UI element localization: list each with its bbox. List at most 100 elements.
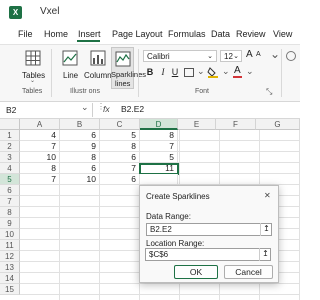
cell-b3[interactable]: 8 bbox=[60, 152, 100, 163]
fx-icon[interactable]: fx bbox=[103, 104, 110, 114]
column-header-g[interactable]: G bbox=[256, 119, 300, 130]
dialog-launcher-icon[interactable]: ⤡ bbox=[266, 87, 272, 97]
cell-c4[interactable]: 7 bbox=[100, 163, 140, 174]
underline-icon[interactable]: U bbox=[170, 67, 180, 77]
chevron-down-icon: ⌄ bbox=[30, 78, 36, 84]
column-header-a[interactable]: A bbox=[20, 119, 60, 130]
table-icon bbox=[25, 50, 41, 66]
tables-group-label: Tables bbox=[22, 88, 43, 95]
column-header-c[interactable]: C bbox=[100, 119, 140, 130]
chevron-down-icon[interactable]: ⌄ bbox=[246, 66, 254, 77]
cell-b5[interactable]: 10 bbox=[60, 174, 100, 185]
cell-c5[interactable]: 6 bbox=[100, 174, 140, 185]
cell-c1[interactable]: 5 bbox=[100, 130, 140, 141]
ok-button[interactable]: OK bbox=[174, 265, 218, 279]
chevron-down-icon[interactable]: ⌄ bbox=[222, 66, 230, 77]
sparklines-label-top: Sparklines bbox=[111, 70, 147, 79]
ribbon-divider bbox=[51, 49, 52, 97]
cell-d2[interactable]: 7 bbox=[140, 141, 178, 152]
location-range-label: Location Range: bbox=[146, 239, 205, 248]
cell-d4[interactable]: 11 bbox=[140, 163, 178, 174]
row-header-12[interactable]: 12 bbox=[0, 251, 20, 262]
line-sparkline-button[interactable]: Line bbox=[60, 49, 82, 85]
tab-page-layout[interactable]: Page Layout bbox=[112, 29, 163, 39]
tab-home[interactable]: Home bbox=[44, 29, 68, 39]
row-header-8[interactable]: 8 bbox=[0, 207, 20, 218]
row-header-7[interactable]: 7 bbox=[0, 196, 20, 207]
font-size-select[interactable]: 12 ⌄ bbox=[220, 50, 242, 62]
data-range-value: B2.E2 bbox=[150, 225, 172, 234]
cell-c3[interactable]: 6 bbox=[100, 152, 140, 163]
cancel-button[interactable]: Cancel bbox=[224, 265, 273, 279]
column-chart-icon bbox=[90, 50, 106, 66]
cell-a4[interactable]: 8 bbox=[20, 163, 60, 174]
location-range-input[interactable]: $C$6 bbox=[145, 248, 271, 261]
title-bar: X Vxel bbox=[0, 0, 300, 24]
tab-formulas[interactable]: Formulas bbox=[168, 29, 206, 39]
column-header-e[interactable]: E bbox=[178, 119, 216, 130]
close-icon[interactable]: ✕ bbox=[264, 191, 271, 200]
cell-a5[interactable]: 7 bbox=[20, 174, 60, 185]
app-logo-icon: X bbox=[9, 6, 22, 19]
tab-insert[interactable]: Insert bbox=[78, 29, 101, 39]
chevron-down-icon[interactable]: ⌄ bbox=[197, 66, 205, 77]
row-header-10[interactable]: 10 bbox=[0, 229, 20, 240]
row-header-3[interactable]: 3 bbox=[0, 152, 20, 163]
font-color-bar bbox=[233, 76, 242, 78]
illustrations-group-label: Illustr ons bbox=[70, 88, 100, 95]
increase-font-icon[interactable]: A bbox=[246, 49, 253, 60]
chevron-down-icon[interactable]: ⌄ bbox=[81, 102, 89, 113]
data-range-label: Data Range: bbox=[146, 212, 191, 221]
column-header-f[interactable]: F bbox=[216, 119, 256, 130]
cell-a1[interactable]: 4 bbox=[20, 130, 60, 141]
cell-b1[interactable]: 6 bbox=[60, 130, 100, 141]
collapse-dialog-icon[interactable]: ↥ bbox=[259, 248, 271, 261]
chevron-down-icon: ⌄ bbox=[233, 53, 239, 60]
active-tab-indicator bbox=[77, 40, 100, 42]
tab-view[interactable]: View bbox=[273, 29, 292, 39]
row-header-11[interactable]: 11 bbox=[0, 240, 20, 251]
cell-d3[interactable]: 5 bbox=[140, 152, 178, 163]
borders-icon[interactable] bbox=[184, 68, 194, 77]
column-sparkline-button[interactable]: Column bbox=[84, 49, 112, 85]
font-color-icon[interactable]: A bbox=[234, 65, 241, 76]
tab-review[interactable]: Review bbox=[236, 29, 266, 39]
row-header-2[interactable]: 2 bbox=[0, 141, 20, 152]
collapse-dialog-icon[interactable]: ↥ bbox=[260, 223, 272, 236]
name-box[interactable]: B2 bbox=[6, 103, 86, 117]
ribbon: Tables ⌄ Tables Line Column Sparklines l… bbox=[0, 44, 300, 102]
cell-d1[interactable]: 8 bbox=[140, 130, 178, 141]
tab-data[interactable]: Data bbox=[211, 29, 230, 39]
fill-color-icon[interactable] bbox=[207, 66, 219, 78]
cell-b2[interactable]: 9 bbox=[60, 141, 100, 152]
cell-d5[interactable] bbox=[140, 174, 178, 185]
column-label: Column bbox=[84, 71, 112, 80]
sparklines-button[interactable]: Sparklines lines bbox=[111, 47, 146, 89]
font-name-select[interactable]: Calibri ⌄ bbox=[143, 50, 217, 62]
row-header-9[interactable]: 9 bbox=[0, 218, 20, 229]
tab-file[interactable]: File bbox=[18, 29, 33, 39]
select-all-corner[interactable] bbox=[0, 119, 20, 130]
row-header-4[interactable]: 4 bbox=[0, 163, 20, 174]
data-range-input[interactable]: B2.E2 bbox=[146, 223, 272, 236]
row-header-1[interactable]: 1 bbox=[0, 130, 20, 141]
column-header-b[interactable]: B bbox=[60, 119, 100, 130]
row-header-15[interactable]: 15 bbox=[0, 284, 20, 295]
row-header-13[interactable]: 13 bbox=[0, 262, 20, 273]
cell-c2[interactable]: 8 bbox=[100, 141, 140, 152]
cell-a3[interactable]: 10 bbox=[20, 152, 60, 163]
italic-icon[interactable]: I bbox=[158, 67, 168, 77]
chevron-down-icon: ⌄ bbox=[207, 53, 213, 60]
chevron-down-icon[interactable]: ⌄ bbox=[270, 47, 280, 61]
decrease-font-icon[interactable]: A bbox=[256, 51, 261, 58]
row-header-14[interactable]: 14 bbox=[0, 273, 20, 284]
row-header-5[interactable]: 5 bbox=[0, 174, 20, 185]
font-name-value: Calibri bbox=[147, 52, 170, 61]
cell-b4[interactable]: 6 bbox=[60, 163, 100, 174]
bold-icon[interactable]: B bbox=[145, 67, 155, 77]
cell-a2[interactable]: 7 bbox=[20, 141, 60, 152]
row-header-6[interactable]: 6 bbox=[0, 185, 20, 196]
column-header-d[interactable]: D bbox=[140, 119, 178, 130]
ribbon-more-icon[interactable] bbox=[286, 51, 296, 61]
formula-input[interactable]: B2.E2 bbox=[121, 104, 144, 114]
